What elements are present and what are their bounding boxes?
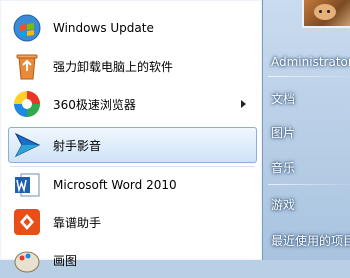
paint-icon (11, 244, 43, 276)
program-label: 360极速浏览器 (53, 97, 136, 112)
program-360-browser[interactable]: 360极速浏览器 (8, 86, 257, 122)
user-avatar[interactable] (302, 0, 350, 28)
program-paint[interactable]: 画图 (8, 242, 257, 278)
program-label: 强力卸载电脑上的软件 (53, 59, 174, 74)
program-label: Microsoft Word 2010 (53, 178, 177, 192)
places-item-games[interactable]: 游戏 (271, 196, 295, 213)
program-word-2010[interactable]: Microsoft Word 2010 (8, 167, 257, 203)
places-item-recent[interactable]: 最近使用的项目 (271, 232, 350, 249)
program-label: 靠谱助手 (53, 215, 102, 230)
program-uninstall-software[interactable]: 强力卸载电脑上的软件 (8, 48, 257, 84)
divider (268, 76, 350, 77)
program-shooter-player[interactable]: 射手影音 (8, 127, 257, 163)
places-item-pictures[interactable]: 图片 (271, 124, 295, 141)
program-label: 射手影音 (53, 138, 102, 153)
word-icon (11, 169, 43, 201)
places-item-documents[interactable]: 文档 (271, 90, 295, 107)
program-label: 画图 (53, 253, 78, 268)
submenu-arrow-icon[interactable] (241, 100, 246, 108)
program-label: Windows Update (53, 21, 154, 35)
places-item-music[interactable]: 音乐 (271, 159, 295, 176)
shooter-player-icon (11, 129, 43, 161)
360-browser-icon (11, 88, 43, 120)
uninstall-recycle-icon (11, 50, 43, 82)
program-windows-update[interactable]: Windows Update (8, 10, 257, 46)
windows-update-icon (11, 12, 43, 44)
places-item-user[interactable]: Administrator (271, 55, 350, 69)
divider (268, 184, 350, 185)
program-kaopu-assistant[interactable]: 靠谱助手 (8, 204, 257, 240)
kaopu-assistant-icon (11, 206, 43, 238)
